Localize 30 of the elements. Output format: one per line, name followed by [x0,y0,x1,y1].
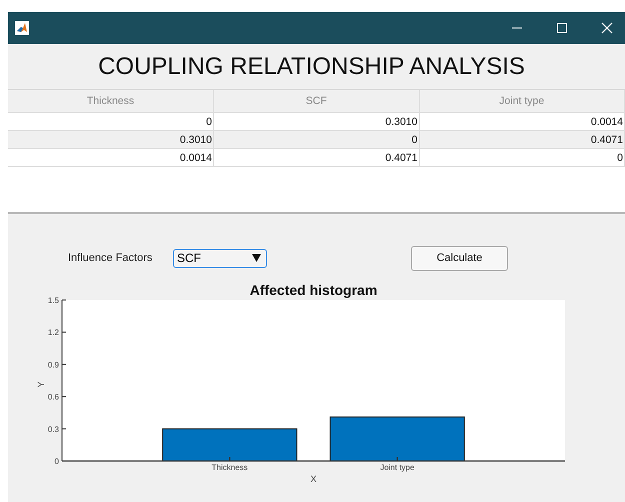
tick-mark [396,457,398,461]
x-tick-label: Thickness [212,463,248,472]
y-tick-label: 0.6 [48,392,59,402]
caret-icon [252,254,261,262]
table-cell: 0.0014 [8,148,214,166]
calculate-button[interactable]: Calculate [411,246,508,270]
y-tick-label: 0.9 [48,360,59,370]
app-icon [15,21,29,35]
x-tick-label: Joint type [380,463,414,472]
column-header[interactable]: Joint type [419,90,624,112]
y-axis-label: Y [36,382,46,388]
column-header[interactable]: Thickness [8,90,214,112]
tick-mark [229,457,230,461]
y-tick-label: 1.2 [48,328,59,338]
x-axis-label: X [310,474,316,484]
table-cell: 0.3010 [8,130,214,148]
table-cell: 0 [214,130,419,148]
table-cell: 0.4071 [214,148,419,166]
maximize-icon[interactable] [556,22,568,34]
y-tick-label: 1.5 [48,296,59,305]
app-title: COUPLING RELATIONSHIP ANALYSIS [98,52,525,80]
table-cell: 0 [419,148,624,166]
close-icon[interactable] [601,22,613,34]
influence-factors-label: Influence Factors [68,252,154,264]
y-tick-label: 0.3 [48,424,59,434]
table-cell: 0.4071 [419,130,624,148]
y-tick-label: 0 [54,457,59,466]
chart-title: Affected histogram [250,282,378,298]
factor-dropdown[interactable]: SCF [173,248,267,268]
column-header[interactable]: SCF [214,90,419,112]
